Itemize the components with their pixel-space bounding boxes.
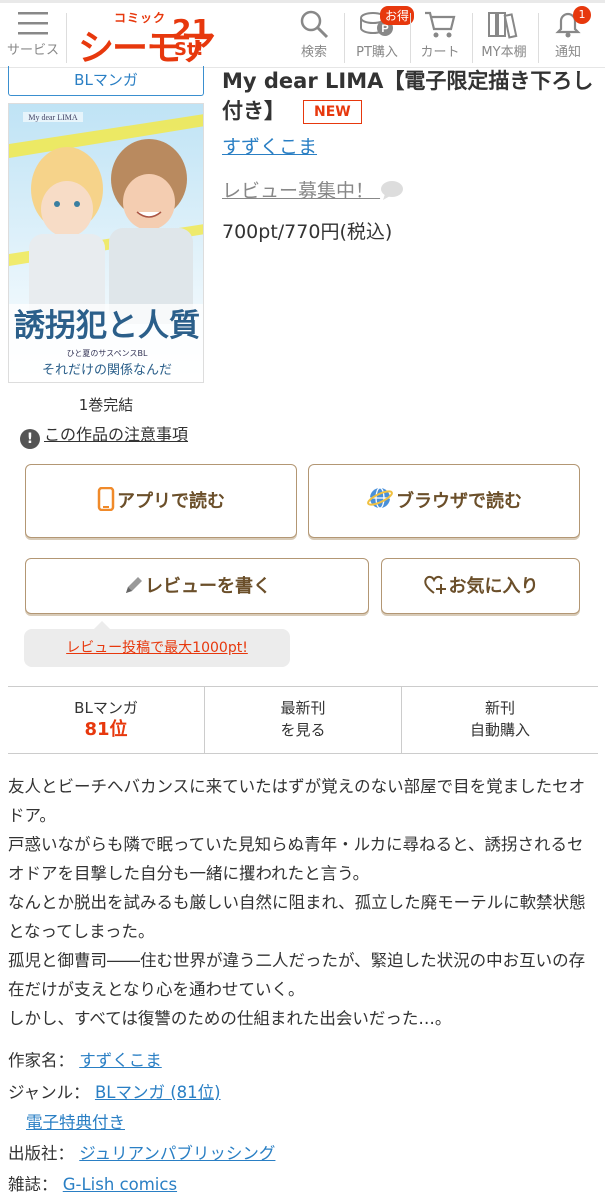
synopsis-paragraph: しかし、すべては復讐のための仕組まれた出会いだった…。 [8,1009,452,1028]
product-title: My dear LIMA【電子限定描き下ろし付き】 [222,69,594,123]
cart-button[interactable]: カート [414,9,466,60]
meta-author-link[interactable]: すずくこま [79,1051,162,1070]
meta-publisher-link[interactable]: ジュリアンパブリッシング [79,1144,275,1163]
price: 700pt/770円(税込) [222,221,393,243]
meta-genre-row: ジャンル： BLマンガ (81位) [8,1079,221,1103]
menu-button[interactable]: サービス [4,9,62,58]
meta-publisher-label: 出版社： [8,1144,74,1163]
review-points-tip[interactable]: レビュー投稿で最大1000pt! [24,621,290,667]
synopsis-paragraph: 孤児と御曹司――住む世界が違う二人だったが、緊迫した状況の中お互いの存在だけが支… [8,951,586,999]
meta-genre-link[interactable]: BLマンガ (81位) [95,1083,221,1102]
read-in-browser-button[interactable]: ブラウザで読む [308,464,580,538]
caution-link[interactable]: ! この作品の注意事項 [20,421,188,449]
synopsis-paragraph: なんとか脱出を試みるも厳しい自然に阻まれ、孤立した廃モーテルに軟禁状態となってし… [8,893,586,941]
author-link[interactable]: すずくこま [222,132,317,159]
notification-count-badge: 1 [573,6,591,24]
latest-line1: 最新刊 [280,699,326,717]
book-cover-image[interactable]: My dear LIMA 誘拐犯と人質 ひと夏のサスペンスBL それだけの関係な… [8,103,204,383]
latest-line2: を見る [280,721,326,739]
review-link[interactable]: レビュー募集中！ [222,176,404,203]
stats-row: BLマンガ 81位 最新刊 を見る 新刊 自動購入 [8,686,598,754]
write-review-button[interactable]: レビューを書く [25,558,369,614]
smartphone-icon [97,486,115,512]
top-header: サービス コミック シーモア 21 St! 検索 P PT購入 お得 カート M… [0,0,605,69]
genre-ranking-label: BLマンガ [74,699,138,717]
my-shelf-button[interactable]: MY本棚 [476,9,532,60]
product-title-block: My dear LIMA【電子限定描き下ろし付き】 NEW [222,66,597,126]
read-in-app-button[interactable]: アプリで読む [25,464,297,538]
pt-label: PT購入 [356,45,398,60]
meta-genre-extra-link[interactable]: 電子特典付き [26,1113,125,1132]
search-button[interactable]: 検索 [290,9,338,60]
cover-header-text: My dear LIMA [28,113,78,122]
genre-ranking-value: 81位 [84,719,128,740]
logo-st: St! [174,39,204,60]
meta-author-label: 作家名： [8,1051,74,1070]
pencil-icon [126,577,142,593]
new-badge: NEW [303,100,362,124]
heart-plus-icon [423,575,446,594]
cover-tagline: それだけの関係なんだ [42,363,172,378]
volume-status: 1巻完結 [78,396,134,414]
search-label: 検索 [300,45,327,60]
genre-ranking[interactable]: BLマンガ 81位 [8,687,204,753]
otoku-badge: お得 [380,6,415,25]
genre-tab[interactable]: BLマンガ [8,66,204,96]
speech-bubble-icon [381,181,404,200]
cover-title: 誘拐犯と人質 [14,308,200,344]
menu-label: サービス [6,43,59,58]
meta-genre-label: ジャンル： [8,1083,90,1102]
meta-magazine-label: 雑誌： [8,1175,58,1194]
auto-line2: 自動購入 [469,721,530,739]
shelf-label: MY本棚 [481,45,527,60]
meta-magazine-row: 雑誌： G-Lish comics [8,1171,177,1195]
read-in-browser-label: ブラウザで読む [396,491,522,512]
read-in-app-label: アプリで読む [117,491,225,512]
meta-publisher-row: 出版社： ジュリアンパブリッシング [8,1140,275,1164]
synopsis-paragraph: 友人とビーチへバカンスに来ていたはずが覚えのない部屋で目を覚ましたセオドア。 [8,777,586,825]
synopsis-paragraph: 戸惑いながらも隣で眠っていた見知らぬ青年・ルカに尋ねると、誘拐されるセオドアを目… [8,835,584,883]
search-icon [300,10,329,39]
favorite-button[interactable]: お気に入り [381,558,580,614]
exclamation-icon: ! [20,429,40,449]
cart-label: カート [420,45,460,60]
cart-icon [425,11,456,38]
site-logo[interactable]: コミック シーモア 21 St! [74,9,216,69]
notify-label: 通知 [554,45,581,60]
meta-genre-extra-row: 電子特典付き [26,1109,125,1133]
cover-illustration: My dear LIMA 誘拐犯と人質 ひと夏のサスペンスBL それだけの関係な… [9,104,203,382]
hamburger-icon [18,12,48,35]
write-review-label: レビューを書く [145,576,271,597]
meta-magazine-link[interactable]: G-Lish comics [63,1175,177,1194]
latest-volume-link[interactable]: 最新刊 を見る [205,687,401,753]
bookshelf-icon [488,12,518,39]
favorite-label: お気に入り [448,576,539,597]
cover-subtitle: ひと夏のサスペンスBL [67,349,148,358]
meta-author-row: 作家名： すずくこま [8,1047,162,1071]
synopsis: 友人とビーチへバカンスに来ていたはずが覚えのない部屋で目を覚ましたセオドア。 戸… [8,772,600,1033]
caution-text: この作品の注意事項 [44,425,189,444]
auto-line1: 新刊 [484,699,515,717]
auto-purchase-link[interactable]: 新刊 自動購入 [402,687,598,753]
globe-icon [367,487,393,509]
review-status-text: レビュー募集中！ [222,180,375,202]
